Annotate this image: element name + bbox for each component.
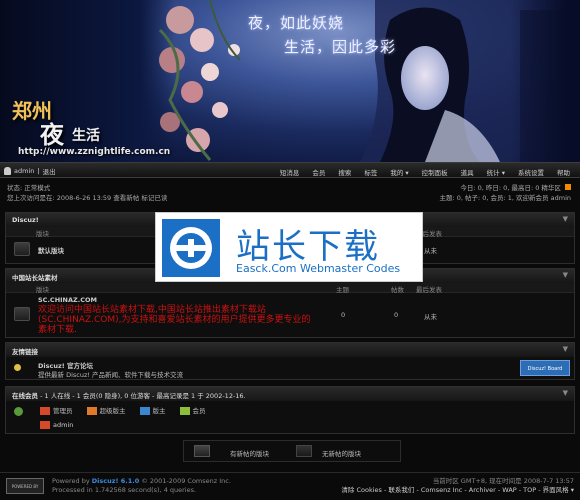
header-banner: 夜，如此妖娆 生活，因此多彩 郑州 夜 生活 http://www.zznigh… <box>0 0 580 162</box>
watermark-subtitle: Easck.Com Webmaster Codes <box>236 262 401 275</box>
online-body: 管理员 超级版主 版主 会员 admin <box>6 401 574 433</box>
watermark-title: 站长下载 <box>236 227 380 267</box>
section-header[interactable]: 在线会员 - 1 人在线 - 1 会员(0 隐身), 0 位游客 - 最高记录是… <box>6 387 574 401</box>
section-title[interactable]: 友情链接 <box>12 348 38 356</box>
site-url: http://www.zznightlife.com.cn <box>18 147 171 157</box>
mod-icon <box>139 407 150 415</box>
legend-mod-label: 版主 <box>152 407 166 415</box>
legend-mod: 版主 <box>139 405 166 415</box>
separator: | <box>37 167 40 175</box>
last-post: 从未 <box>424 313 437 321</box>
section-title[interactable]: Discuz! <box>12 216 39 224</box>
nav-my[interactable]: 我的 ▾ <box>390 167 408 177</box>
section-title[interactable]: 在线会员 <box>12 392 38 400</box>
badge-text: Discuz! Board <box>527 366 563 372</box>
top-navbar: admin | 退出 短消息 会员 搜索 标签 我的 ▾ 控制面板 道具 统计 … <box>0 162 580 178</box>
collapse-icon[interactable]: ▼ <box>563 345 568 353</box>
footer-links[interactable]: 清除 Cookies - 联系我们 - Comsenz Inc - Archiv… <box>341 486 574 495</box>
online-summary: - 1 人在线 - 1 会员(0 隐身), 0 位游客 - 最高记录是 1 于 … <box>40 392 246 400</box>
powered-badge[interactable]: POWERED BY DISCUZ! <box>6 478 44 494</box>
powered-badge-text: POWERED BY DISCUZ! <box>11 484 39 489</box>
nav-search[interactable]: 搜索 <box>338 167 351 177</box>
forum-name[interactable]: SC.CHINAZ.COM <box>38 296 97 304</box>
discuz-badge[interactable]: Discuz! Board <box>520 360 570 376</box>
logout-link[interactable]: 退出 <box>43 166 56 176</box>
collapse-icon[interactable]: ▼ <box>563 215 568 223</box>
legend-none: 无新帖的版块 <box>322 450 361 458</box>
member-icon <box>179 407 190 415</box>
group-legend: 管理员 超级版主 版主 会员 <box>40 405 206 415</box>
links-section: 友情链接 ▼ Discuz! 官方论坛 提供最新 Discuz! 产品新闻、软件… <box>5 342 575 380</box>
legend-admin: 管理员 <box>40 405 73 415</box>
forum-icon <box>14 307 30 321</box>
logo-life: 生活 <box>72 128 100 144</box>
rss-icon[interactable] <box>565 184 571 190</box>
bulb-icon <box>14 364 21 371</box>
legend-super-mod-label: 超级版主 <box>99 407 126 415</box>
legend-member-label: 会员 <box>192 407 206 415</box>
online-user[interactable]: admin <box>40 421 73 429</box>
poem-line-2: 生活，因此多彩 <box>284 38 397 56</box>
legend-new: 有新帖的版块 <box>230 450 269 458</box>
nav-help[interactable]: 帮助 <box>557 167 570 177</box>
super-mod-icon <box>86 407 97 415</box>
section-title[interactable]: 中国站长站素材 <box>12 274 58 282</box>
link-row: Discuz! 官方论坛 提供最新 Discuz! 产品新闻、软件下载与技术交流… <box>6 357 574 379</box>
powered-label: Powered by <box>52 477 90 485</box>
new-posts-icon <box>194 445 210 457</box>
forum-name[interactable]: 默认版块 <box>38 245 64 255</box>
nav-pm[interactable]: 短消息 <box>280 167 300 177</box>
collapse-icon[interactable]: ▼ <box>563 389 568 397</box>
nav-items[interactable]: 道具 <box>461 167 474 177</box>
admin-icon <box>40 407 50 415</box>
user-area: admin | 退出 <box>4 166 56 176</box>
online-section: 在线会员 - 1 人在线 - 1 会员(0 隐身), 0 位游客 - 最高记录是… <box>5 386 575 434</box>
product-link[interactable]: Discuz! 6.1.0 <box>92 477 140 485</box>
last-post: 从未 <box>424 247 437 255</box>
forum-row: SC.CHINAZ.COM 欢迎访问中国站长站素材下载,中国站长站推出素材下载站… <box>6 293 574 337</box>
collapse-icon[interactable]: ▼ <box>563 271 568 279</box>
post-count: 0 <box>394 311 399 319</box>
legend-member: 会员 <box>179 405 206 415</box>
topic-count: 0 <box>341 311 346 319</box>
footer-left: Powered by Discuz! 6.1.0 © 2001-2009 Com… <box>52 477 231 495</box>
timezone-text: 当前时区 GMT+8, 现在时间是 2008-7-7 13:57 <box>432 477 574 485</box>
banner-dark-right <box>510 0 580 162</box>
poem-line-1: 夜，如此妖娆 <box>248 14 345 32</box>
today-stats: 今日: 0, 昨日: 0, 最高日: 0 精华区 <box>460 184 561 192</box>
logo-night: 夜 <box>40 120 64 149</box>
nav-members[interactable]: 会员 <box>312 167 325 177</box>
no-new-posts-icon <box>296 445 312 457</box>
nav-settings[interactable]: 系统设置 <box>518 167 544 177</box>
page-footer: POWERED BY DISCUZ! Powered by Discuz! 6.… <box>0 472 580 500</box>
footer-right: 当前时区 GMT+8, 现在时间是 2008-7-7 13:57 清除 Cook… <box>341 477 574 495</box>
mode-text: 状态: 正常模式 <box>7 184 51 192</box>
legend-super-mod: 超级版主 <box>86 405 126 415</box>
admin-icon <box>40 421 50 429</box>
user-icon <box>4 167 11 175</box>
users-icon <box>14 407 23 416</box>
online-username[interactable]: admin <box>53 421 73 429</box>
column-header: 版块 主题 帖数 最后发表 <box>6 283 574 294</box>
status-left: 状态: 正常模式 您上次访问是在: 2008-6-26 13:59 查看新帖 标… <box>7 183 167 203</box>
nav-tags[interactable]: 标签 <box>364 167 377 177</box>
forum-description: 欢迎访问中国站长站素材下载,中国站长站推出素材下载站(SC.CHINAZ.COM… <box>38 305 311 335</box>
legend-admin-label: 管理员 <box>53 407 73 415</box>
board-stats: 主题: 0, 帖子: 0, 会员: 1, 欢迎新会员 admin <box>439 194 571 202</box>
status-right: 今日: 0, 昨日: 0, 最高日: 0 精华区 主题: 0, 帖子: 0, 会… <box>439 183 571 203</box>
watermark-overlay: 站长下载 Easck.Com Webmaster Codes <box>155 212 423 282</box>
link-desc: 提供最新 Discuz! 产品新闻、软件下载与技术交流 <box>38 371 184 379</box>
forum-icon <box>14 242 30 256</box>
watermark-logo-icon <box>162 219 220 277</box>
nav-stats[interactable]: 统计 ▾ <box>487 167 505 177</box>
nav-links: 短消息 会员 搜索 标签 我的 ▾ 控制面板 道具 统计 ▾ 系统设置 帮助 <box>280 167 570 177</box>
nav-control-panel[interactable]: 控制面板 <box>422 167 448 177</box>
processed-text: Processed in 1.742568 second(s), 4 queri… <box>52 486 197 494</box>
username-link[interactable]: admin <box>14 167 34 175</box>
section-header[interactable]: 友情链接 ▼ <box>6 343 574 357</box>
forum-legend: 有新帖的版块 无新帖的版块 <box>183 440 401 462</box>
last-visit-text: 您上次访问是在: 2008-6-26 13:59 查看新帖 标记已读 <box>7 194 168 202</box>
copyright-text: © 2001-2009 Comsenz Inc. <box>141 477 231 485</box>
